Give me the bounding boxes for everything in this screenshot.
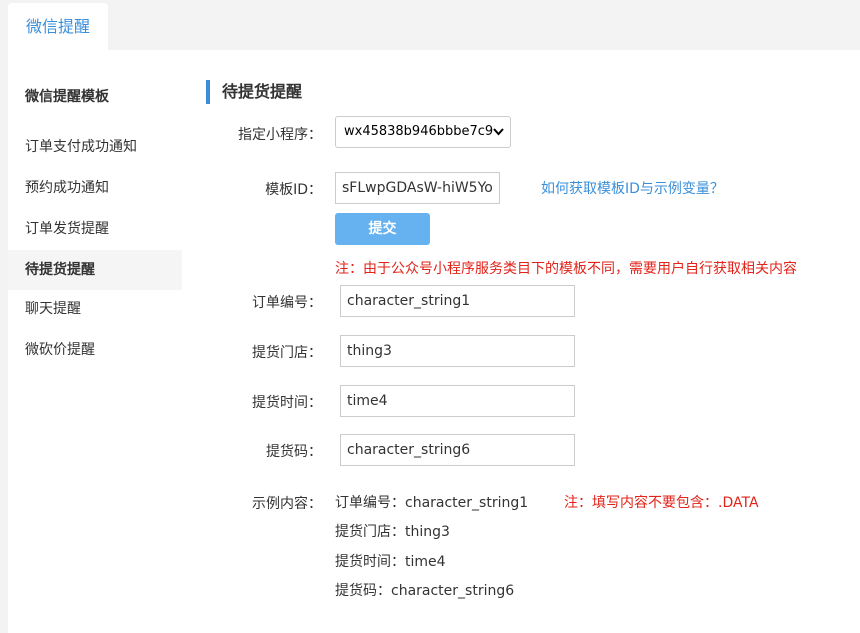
sidebar-item-order-shipped[interactable]: 订单发货提醒 [8, 209, 182, 249]
sidebar-item-chat[interactable]: 聊天提醒 [8, 289, 182, 329]
pickup-store-label: 提货门店： [252, 345, 322, 361]
example-note: 注：填写内容不要包含：.DATA [564, 495, 759, 511]
top-tab-bar: 微信提醒 [0, 0, 860, 50]
main-panel: 待提货提醒 指定小程序： wx45838b946bbbe7c9 模板ID： sF… [182, 50, 860, 633]
miniprogram-label: 指定小程序： [238, 127, 322, 143]
example-line-pickup-store: 提货门店：thing3 [335, 524, 450, 540]
template-id-input[interactable]: sFLwpGDAsW-hiW5Yo [335, 172, 500, 204]
sidebar-item-reservation[interactable]: 预约成功通知 [8, 168, 182, 208]
tab-wechat-reminder[interactable]: 微信提醒 [8, 3, 108, 50]
pickup-time-label: 提货时间： [252, 395, 322, 411]
pickup-code-label: 提货码： [266, 444, 322, 460]
example-line-order-number: 订单编号：character_string1 [335, 495, 529, 511]
page-title: 待提货提醒 [206, 80, 302, 104]
sidebar-item-pickup-reminder[interactable]: 待提货提醒 [8, 250, 182, 290]
chevron-down-icon [493, 117, 504, 159]
submit-button[interactable]: 提交 [335, 213, 430, 245]
pickup-code-input[interactable]: character_string6 [340, 434, 575, 466]
pickup-time-input[interactable]: time4 [340, 385, 575, 417]
miniprogram-select[interactable]: wx45838b946bbbe7c9 [335, 116, 511, 148]
example-label: 示例内容： [252, 496, 322, 512]
pickup-store-input[interactable]: thing3 [340, 335, 575, 367]
example-line-pickup-code: 提货码：character_string6 [335, 583, 515, 599]
sidebar: 微信提醒模板 订单支付成功通知 预约成功通知 订单发货提醒 待提货提醒 聊天提醒… [8, 50, 182, 633]
order-number-input[interactable]: character_string1 [340, 285, 575, 317]
sidebar-item-order-payment[interactable]: 订单支付成功通知 [8, 127, 182, 167]
example-line-pickup-time: 提货时间：time4 [335, 554, 446, 570]
warning-note: 注：由于公众号小程序服务类目下的模板不同，需要用户自行获取相关内容 [335, 261, 797, 277]
sidebar-title: 微信提醒模板 [25, 89, 109, 105]
template-id-label: 模板ID： [265, 182, 322, 198]
sidebar-item-bargain[interactable]: 微砍价提醒 [8, 330, 182, 370]
template-help-link[interactable]: 如何获取模板ID与示例变量？ [541, 178, 724, 198]
miniprogram-select-value: wx45838b946bbbe7c9 [344, 124, 494, 139]
order-number-label: 订单编号： [252, 295, 322, 311]
